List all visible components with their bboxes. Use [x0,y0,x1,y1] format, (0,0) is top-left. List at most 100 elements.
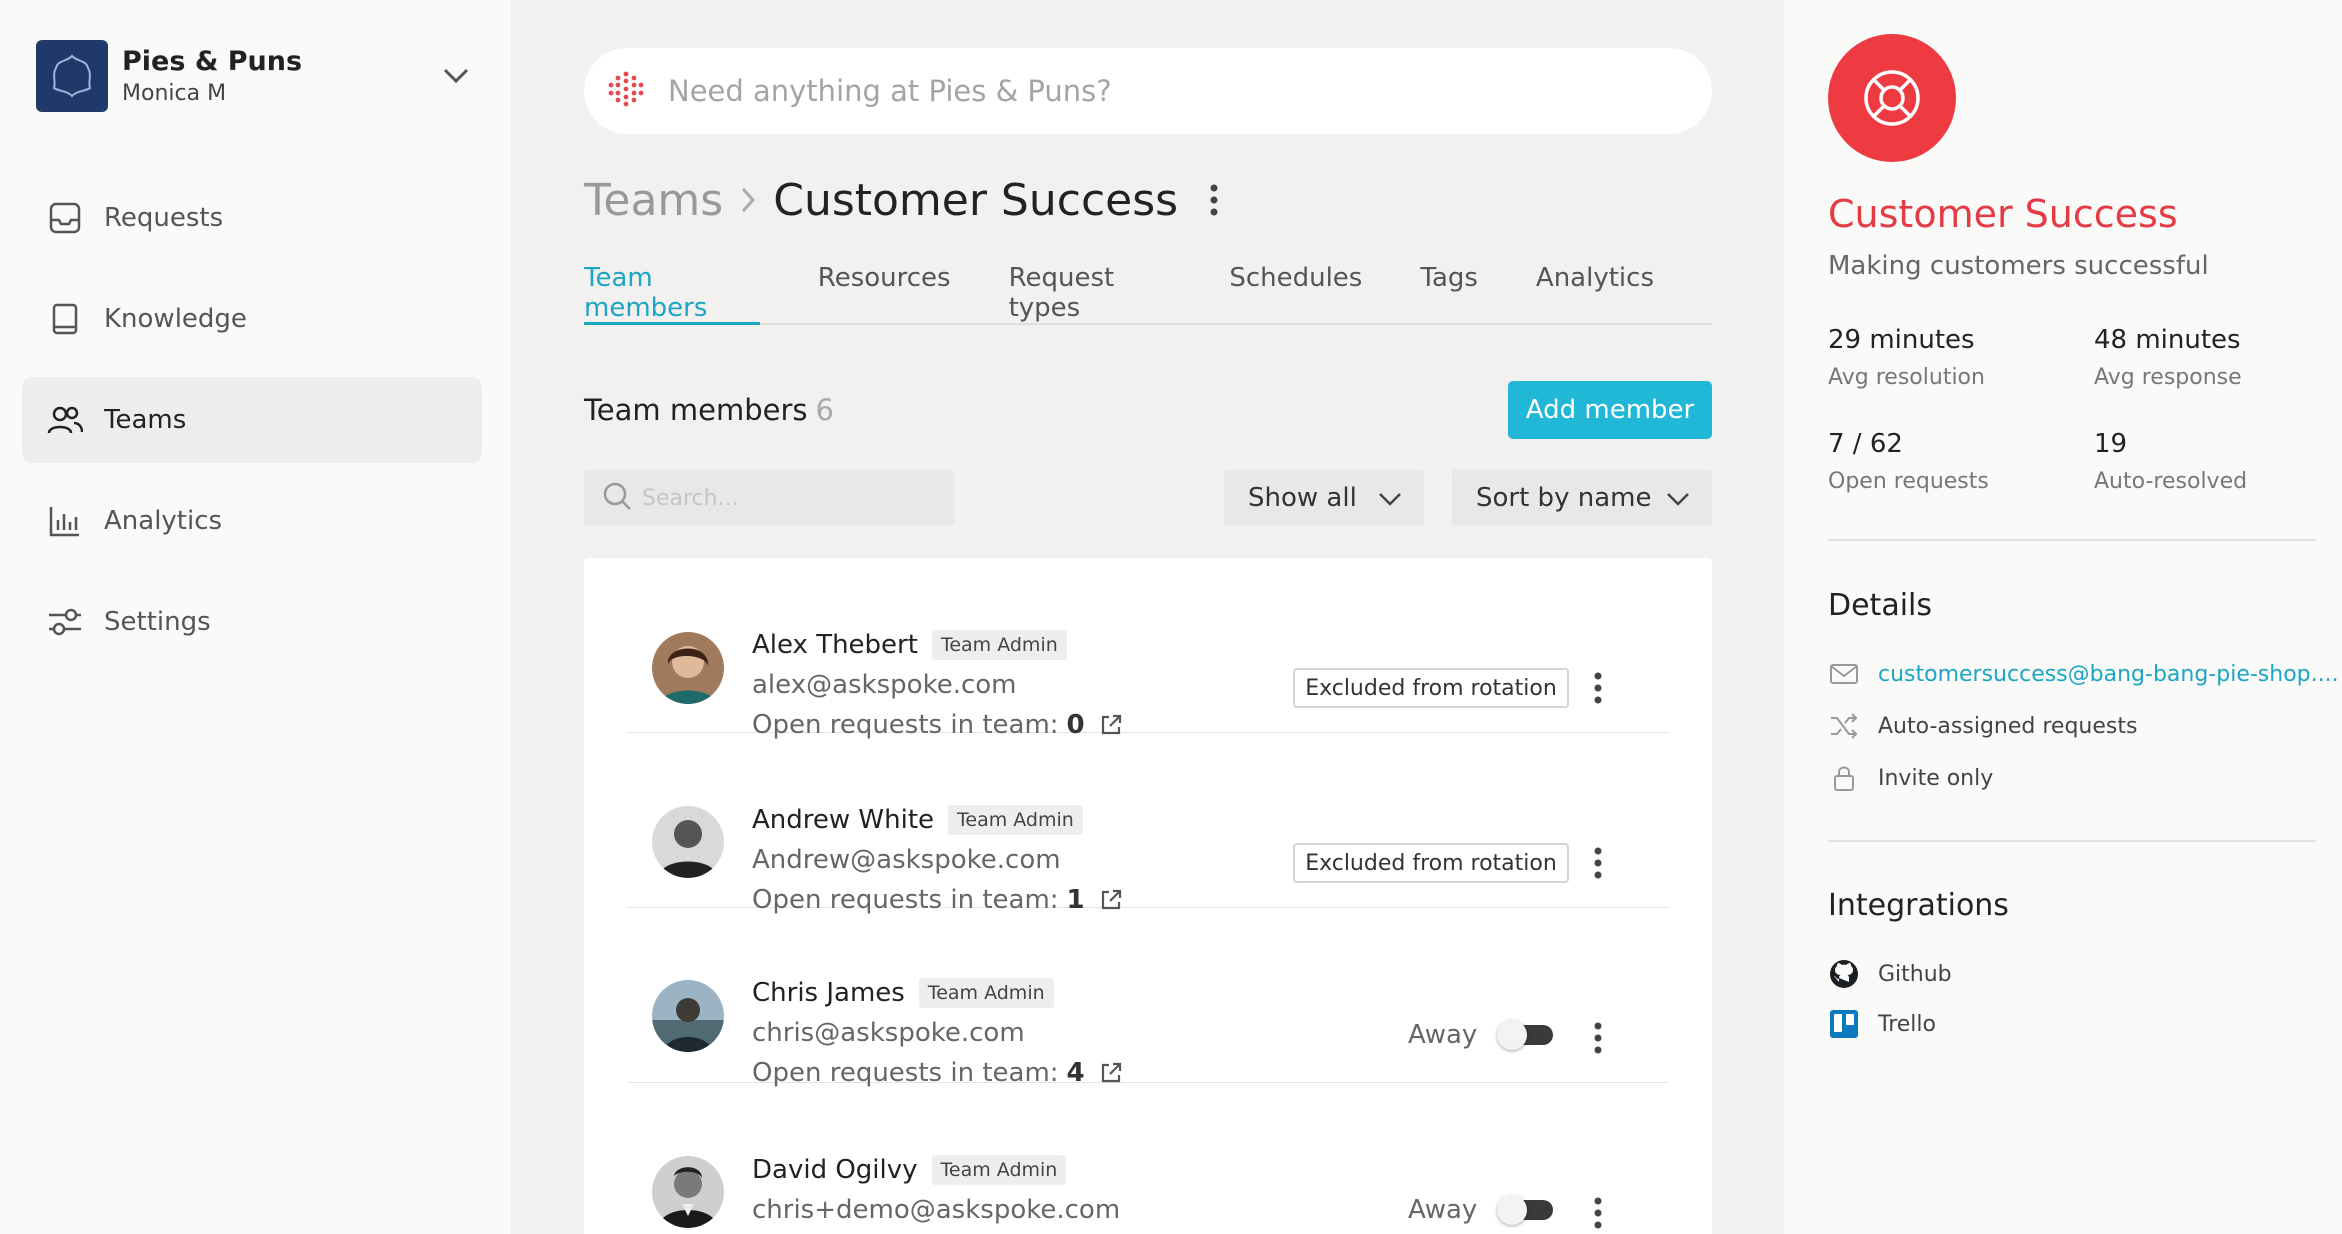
tab-request-types[interactable]: Request types [1009,255,1172,325]
detail-email: customersuccess@bang-bang-pie-shop.... [1828,658,2339,690]
search-icon [602,481,632,515]
stat-open-requests: 7 / 62 Open requests [1828,429,2088,494]
chevron-right-icon [739,185,757,215]
avatar [652,980,724,1052]
inbox-icon [46,199,84,237]
sidebar-item-knowledge[interactable]: Knowledge [22,276,482,362]
spoke-logo-icon [606,69,646,113]
org-switcher[interactable]: Pies & Puns Monica M [36,40,476,112]
members-title: Team members 6 [584,393,834,427]
divider [1828,840,2316,842]
toggle-knob [1497,1020,1528,1050]
member-name[interactable]: Chris James [752,978,905,1008]
away-toggle[interactable] [1497,1020,1554,1050]
show-filter-dropdown[interactable]: Show all [1224,470,1424,526]
sidebar-item-teams[interactable]: Teams [22,377,482,463]
access-text: Invite only [1878,765,1994,791]
avatar [652,1156,724,1228]
breadcrumb-teams-link[interactable]: Teams [584,175,723,226]
sort-value: Sort by name [1476,483,1652,513]
sidebar: Pies & Puns Monica M Requests Knowledge … [0,0,511,1234]
main-nav: Requests Knowledge Teams Analytics Setti… [22,175,482,680]
global-search[interactable] [584,48,1712,134]
table-row[interactable]: Andrew White Team Admin Andrew@askspoke.… [628,733,1668,915]
integration-name: Trello [1878,1011,1936,1037]
more-vertical-icon[interactable] [1583,1018,1613,1058]
chevron-down-icon[interactable] [436,56,476,96]
member-email: chris@askspoke.com [752,1018,1025,1048]
tab-team-members[interactable]: Team members [584,255,760,325]
book-icon [46,300,84,338]
trello-icon [1828,1008,1860,1040]
global-search-input[interactable] [668,74,1568,108]
role-badge: Team Admin [931,1155,1067,1185]
add-member-button[interactable]: Add member [1508,381,1712,439]
role-badge: Team Admin [918,978,1054,1008]
stat-label: Avg resolution [1828,365,1985,390]
member-email: chris+demo@askspoke.com [752,1195,1121,1225]
tab-analytics[interactable]: Analytics [1536,255,1654,325]
users-icon [46,401,84,439]
member-email: alex@askspoke.com [752,670,1017,700]
tab-tags[interactable]: Tags [1420,255,1478,325]
members-header: Team members 6 Add member [584,380,1712,440]
stat-value: 29 minutes [1828,325,1975,355]
away-label: Away [1408,1020,1478,1050]
stat-auto-resolved: 19 Auto-resolved [2094,429,2342,494]
sliders-icon [46,603,84,641]
team-name: Customer Success [1828,192,2178,236]
member-name[interactable]: David Ogilvy [752,1155,918,1185]
table-row[interactable]: Alex Thebert Team Admin alex@askspoke.co… [628,558,1668,740]
mail-icon [1828,658,1860,690]
integration-trello[interactable]: Trello [1828,1008,1936,1040]
member-email: Andrew@askspoke.com [752,845,1061,875]
stat-avg-resolution: 29 minutes Avg resolution [1828,325,2088,390]
stat-value: 48 minutes [2094,325,2241,355]
assignment-text: Auto-assigned requests [1878,713,2138,739]
shuffle-icon [1828,710,1860,742]
rotation-status-badge: Excluded from rotation [1293,843,1569,883]
sort-dropdown[interactable]: Sort by name [1452,470,1712,526]
external-link-icon[interactable] [1099,1061,1123,1085]
integrations-title: Integrations [1828,888,2009,923]
main-content: Teams Customer Success Team members Reso… [511,0,1784,1234]
sidebar-item-analytics[interactable]: Analytics [22,478,482,564]
sidebar-item-label: Analytics [104,506,223,536]
more-vertical-icon[interactable] [1583,1193,1613,1233]
members-title-text: Team members [584,393,808,427]
more-vertical-icon[interactable] [1208,183,1220,217]
table-row[interactable]: David Ogilvy Team Admin chris+demo@asksp… [628,1083,1668,1234]
sidebar-item-label: Requests [104,203,224,233]
user-name: Monica M [122,81,227,106]
more-vertical-icon[interactable] [1583,668,1613,708]
stat-label: Avg response [2094,365,2242,390]
stat-avg-response: 48 minutes Avg response [2094,325,2342,390]
tab-schedules[interactable]: Schedules [1229,255,1362,325]
chevron-down-icon [1666,483,1690,513]
detail-access: Invite only [1828,762,1993,794]
sidebar-item-settings[interactable]: Settings [22,579,482,665]
divider [1828,539,2316,541]
sidebar-item-requests[interactable]: Requests [22,175,482,261]
role-badge: Team Admin [931,630,1067,660]
org-name: Pies & Puns [122,46,303,77]
away-label: Away [1408,1195,1478,1225]
members-list: Alex Thebert Team Admin alex@askspoke.co… [584,558,1712,1234]
away-toggle[interactable] [1497,1195,1554,1225]
table-row[interactable]: Chris James Team Admin chris@askspoke.co… [628,908,1668,1088]
integration-name: Github [1878,961,1952,987]
member-name[interactable]: Andrew White [752,805,934,835]
bar-chart-icon [46,502,84,540]
avatar [652,806,724,878]
page-title: Customer Success [773,174,1179,226]
members-count: 6 [815,393,834,427]
member-search-input[interactable] [642,485,942,511]
integration-github[interactable]: Github [1828,958,1952,990]
stat-label: Open requests [1828,469,1989,494]
tab-resources[interactable]: Resources [818,255,951,325]
team-email-link[interactable]: customersuccess@bang-bang-pie-shop.... [1878,662,2339,687]
member-search[interactable] [584,470,954,526]
member-name[interactable]: Alex Thebert [752,630,918,660]
org-logo [36,40,108,112]
more-vertical-icon[interactable] [1583,843,1613,883]
